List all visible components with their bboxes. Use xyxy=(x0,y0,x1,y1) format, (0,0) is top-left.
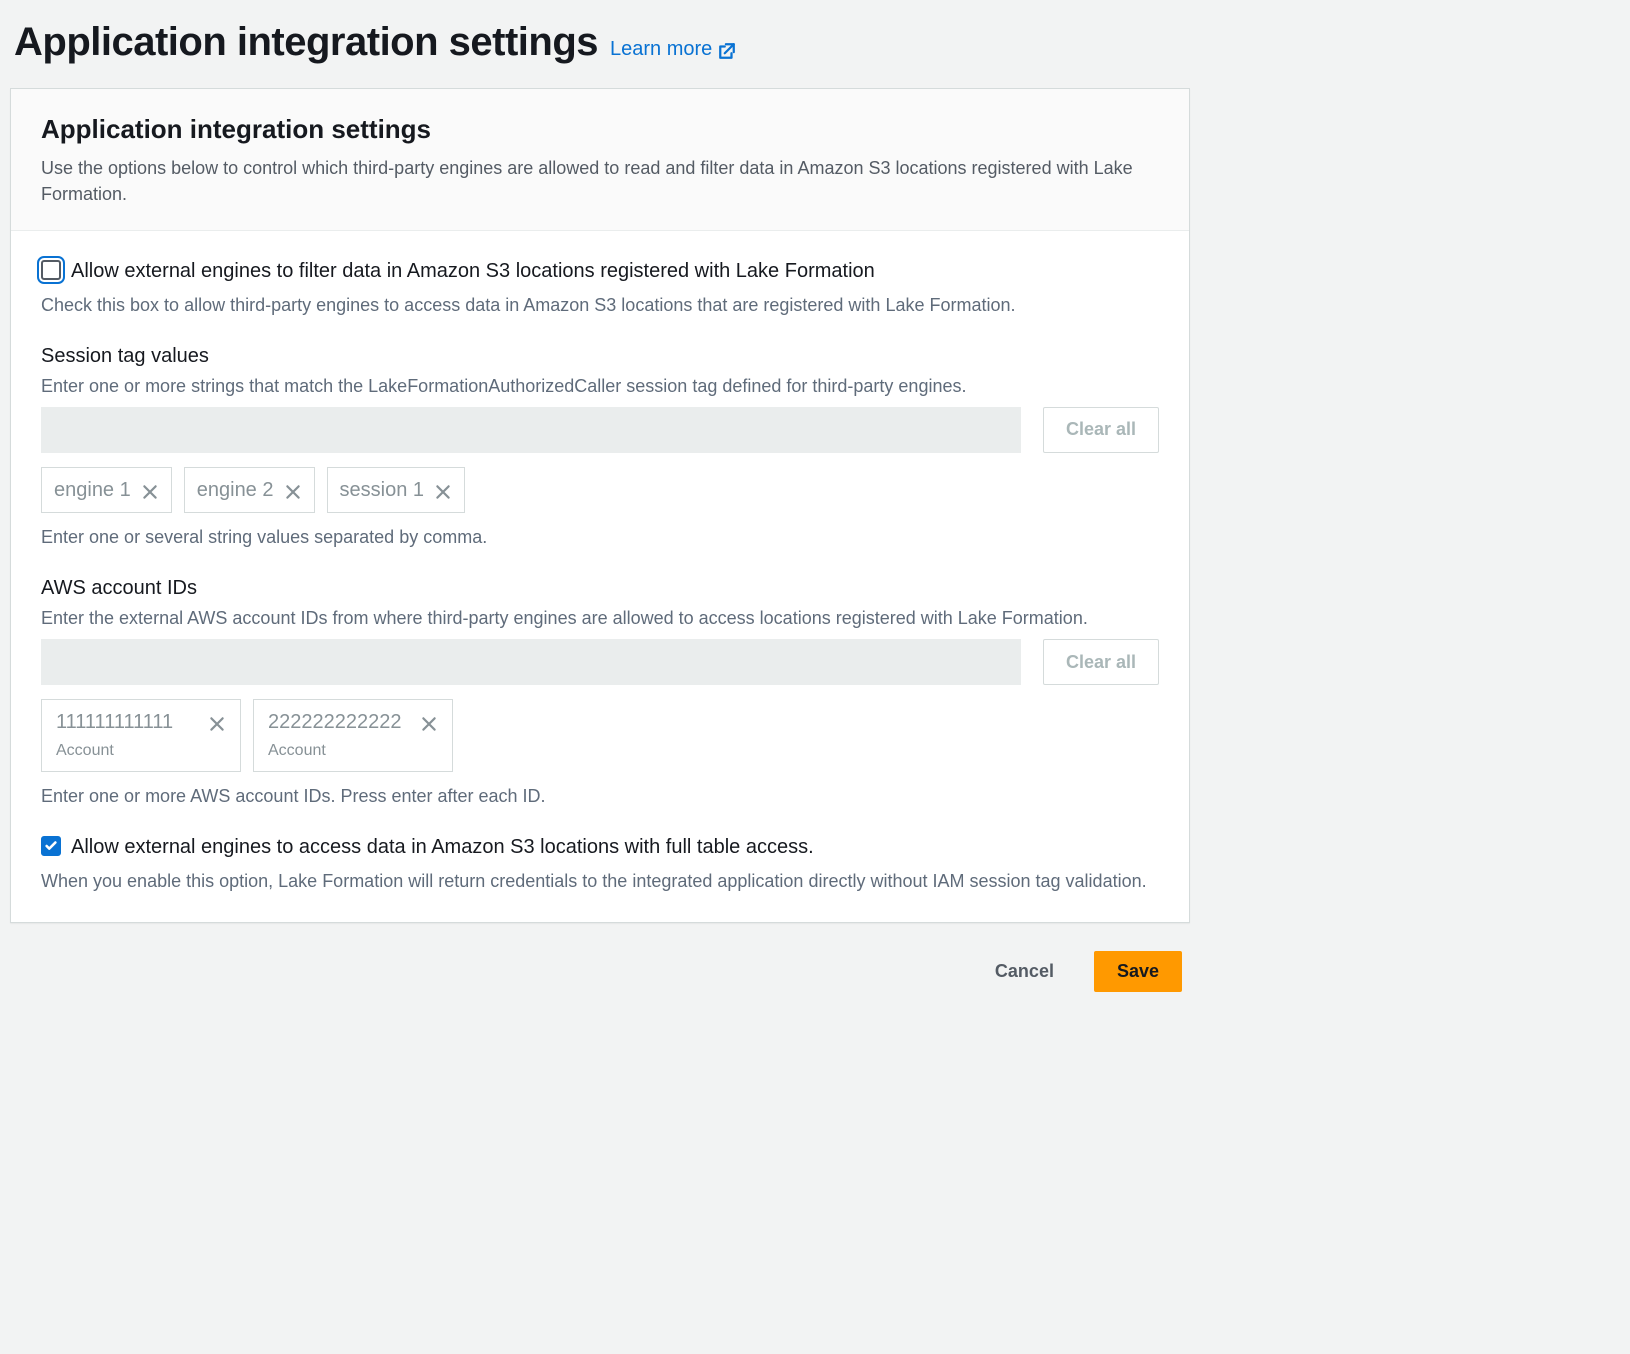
remove-tag-icon[interactable] xyxy=(284,481,302,499)
allow-filter-checkbox[interactable] xyxy=(41,260,61,280)
save-button[interactable]: Save xyxy=(1094,951,1182,992)
full-access-section: Allow external engines to access data in… xyxy=(41,833,1159,894)
session-tags-section: Session tag values Enter one or more str… xyxy=(41,342,1159,550)
aws-account-sub: Account xyxy=(56,740,114,762)
allow-filter-help: Check this box to allow third-party engi… xyxy=(41,293,1159,318)
full-access-label: Allow external engines to access data in… xyxy=(71,833,814,861)
session-tag-text: session 1 xyxy=(340,476,425,504)
remove-account-icon[interactable] xyxy=(420,713,438,731)
session-tag-token: engine 2 xyxy=(184,467,315,513)
settings-card: Application integration settings Use the… xyxy=(10,88,1190,923)
full-access-row: Allow external engines to access data in… xyxy=(41,833,1159,861)
card-title: Application integration settings xyxy=(41,111,1159,147)
session-tags-input[interactable] xyxy=(41,407,1021,453)
session-tag-text: engine 1 xyxy=(54,476,131,504)
footer: Cancel Save xyxy=(10,923,1190,992)
aws-accounts-clear-all-button[interactable]: Clear all xyxy=(1043,639,1159,685)
page-header: Application integration settings Learn m… xyxy=(14,14,1190,70)
allow-filter-row: Allow external engines to filter data in… xyxy=(41,257,1159,285)
card-description: Use the options below to control which t… xyxy=(41,155,1159,207)
page-title: Application integration settings xyxy=(14,14,598,70)
aws-account-id: 111111111111 xyxy=(56,708,173,736)
card-body: Allow external engines to filter data in… xyxy=(11,231,1189,923)
remove-account-icon[interactable] xyxy=(208,713,226,731)
session-tags-label: Session tag values xyxy=(41,342,1159,370)
aws-accounts-label: AWS account IDs xyxy=(41,574,1159,602)
aws-account-sub: Account xyxy=(268,740,326,762)
aws-account-token: 222222222222 Account xyxy=(253,699,453,771)
aws-accounts-input-row: Clear all xyxy=(41,639,1159,685)
aws-accounts-section: AWS account IDs Enter the external AWS a… xyxy=(41,574,1159,809)
learn-more-link[interactable]: Learn more xyxy=(610,35,736,63)
full-access-checkbox[interactable] xyxy=(41,836,61,856)
cancel-button[interactable]: Cancel xyxy=(973,951,1076,992)
session-tag-token: engine 1 xyxy=(41,467,172,513)
aws-accounts-hint: Enter one or more AWS account IDs. Press… xyxy=(41,784,1159,809)
remove-tag-icon[interactable] xyxy=(141,481,159,499)
session-tags-clear-all-button[interactable]: Clear all xyxy=(1043,407,1159,453)
aws-accounts-desc: Enter the external AWS account IDs from … xyxy=(41,606,1159,631)
aws-account-token: 111111111111 Account xyxy=(41,699,241,771)
external-link-icon xyxy=(718,40,736,58)
session-tag-text: engine 2 xyxy=(197,476,274,504)
session-tag-list: engine 1 engine 2 session 1 xyxy=(41,467,1159,513)
session-tags-input-row: Clear all xyxy=(41,407,1159,453)
card-header: Application integration settings Use the… xyxy=(11,89,1189,231)
allow-filter-label: Allow external engines to filter data in… xyxy=(71,257,875,285)
learn-more-text: Learn more xyxy=(610,35,712,63)
aws-account-list: 111111111111 Account 222222222222 Account xyxy=(41,699,1159,771)
remove-tag-icon[interactable] xyxy=(434,481,452,499)
session-tags-desc: Enter one or more strings that match the… xyxy=(41,374,1159,399)
aws-account-id: 222222222222 xyxy=(268,708,401,736)
aws-accounts-input[interactable] xyxy=(41,639,1021,685)
page: Application integration settings Learn m… xyxy=(0,0,1200,1006)
session-tags-hint: Enter one or several string values separ… xyxy=(41,525,1159,550)
session-tag-token: session 1 xyxy=(327,467,466,513)
full-access-help: When you enable this option, Lake Format… xyxy=(41,869,1159,894)
